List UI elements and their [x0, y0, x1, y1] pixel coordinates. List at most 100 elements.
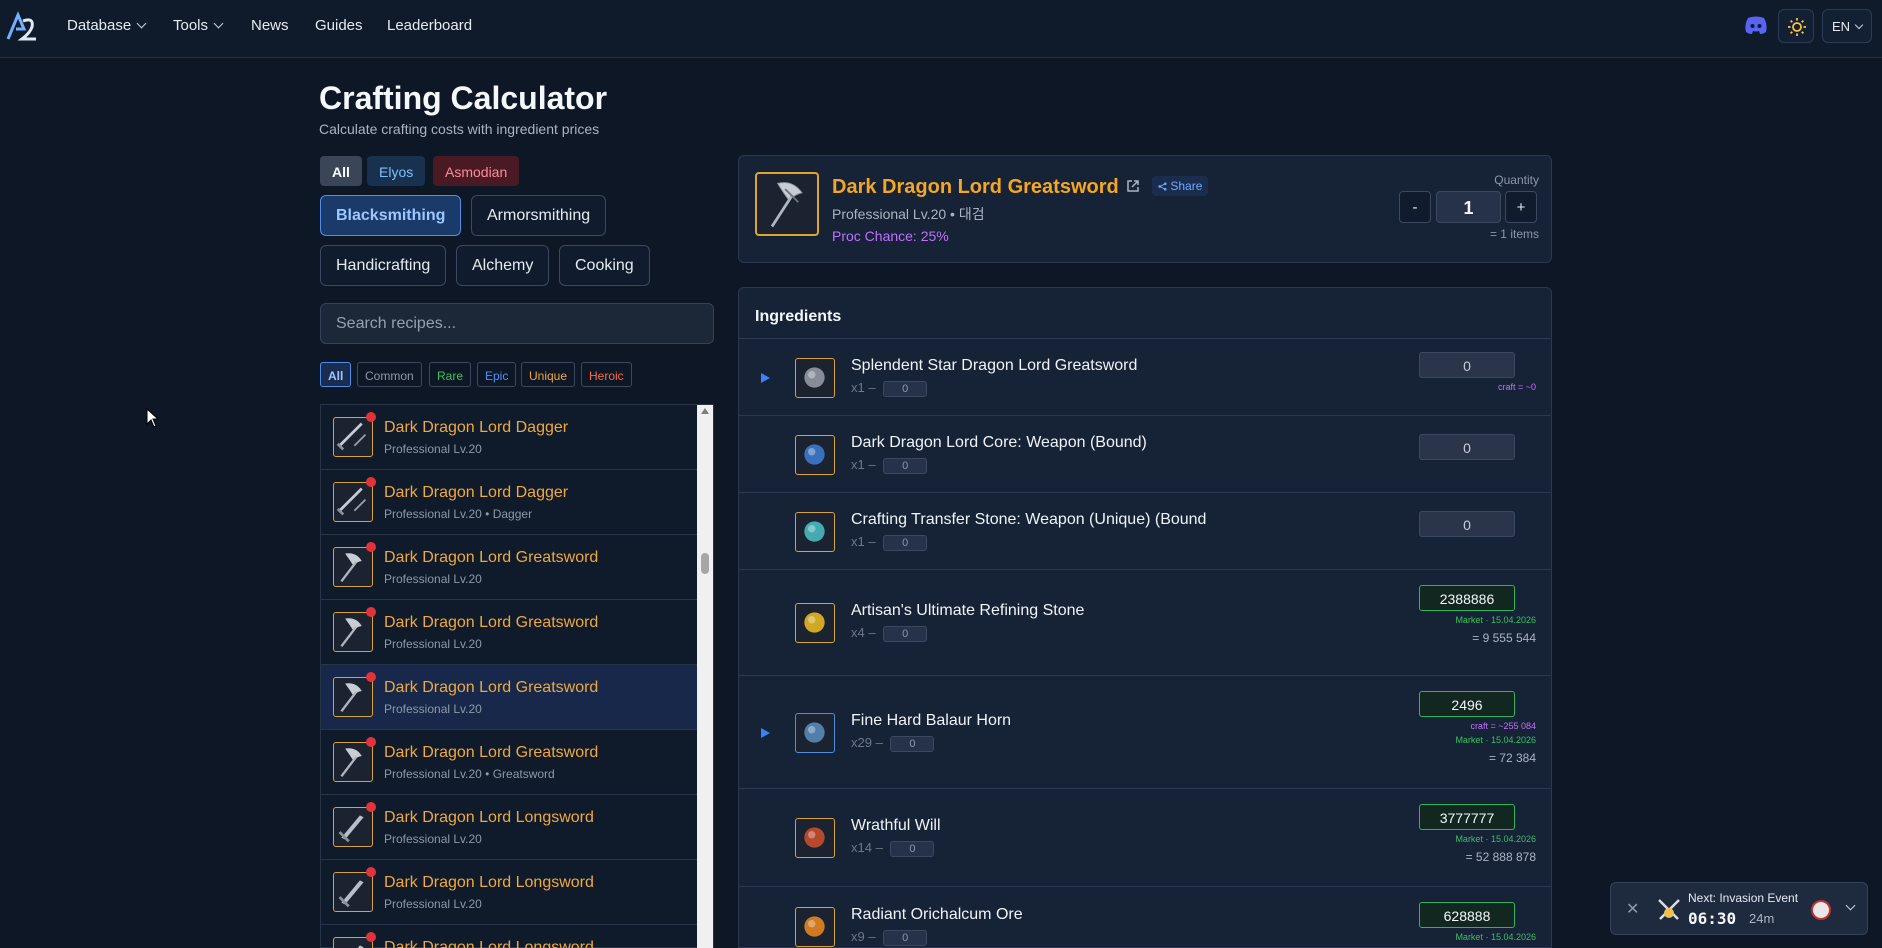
profession-handicrafting[interactable]: Handicrafting [320, 245, 447, 286]
nav-tools[interactable]: Tools [173, 17, 224, 34]
recipe-list-item[interactable]: Dark Dragon Lord Dagger Professional Lv.2… [321, 405, 697, 470]
mouse-cursor-icon [146, 408, 160, 428]
status-dot [366, 867, 376, 877]
rarity-epic[interactable]: Epic [477, 362, 517, 387]
recipe-list-item[interactable]: Dark Dragon Lord Dagger Professional Lv.2… [321, 470, 697, 535]
owned-count-input[interactable]: 0 [883, 380, 928, 397]
axe-icon [333, 742, 373, 782]
ingredient-name[interactable]: Wrathful Will [851, 817, 941, 835]
rarity-unique[interactable]: Unique [521, 362, 576, 387]
recipe-list-item[interactable]: Dark Dragon Lord Greatsword Professional … [321, 535, 697, 600]
nav-guides[interactable]: Guides [315, 17, 363, 34]
scroll-up-arrow-icon[interactable] [701, 408, 709, 414]
scroll-thumb[interactable] [701, 553, 709, 574]
recipe-list-scrollbar[interactable] [697, 405, 713, 948]
ingredient-icon [795, 512, 835, 552]
ingredient-name[interactable]: Fine Hard Balaur Horn [851, 712, 1011, 730]
status-dot [366, 412, 376, 422]
ingredients-title: Ingredients [755, 308, 842, 325]
discord-icon[interactable] [1744, 15, 1768, 35]
owned-count-input[interactable]: 0 [890, 735, 935, 752]
ingredient-name[interactable]: Dark Dragon Lord Core: Weapon (Bound) [851, 434, 1147, 452]
rarity-all[interactable]: All [320, 362, 352, 387]
chevron-down-icon [136, 18, 147, 29]
profession-alchemy[interactable]: Alchemy [456, 245, 550, 286]
rarity-common[interactable]: Common [357, 362, 422, 387]
ingredient-icon [795, 818, 835, 858]
quantity-input[interactable]: 1 [1436, 191, 1501, 223]
unit-price-input[interactable]: 2388886 [1419, 585, 1515, 611]
expand-arrow-icon[interactable] [761, 728, 770, 738]
ingredients-card: Ingredients Splendent Star Dragon Lord G… [738, 287, 1552, 948]
unit-price-input[interactable]: 0 [1419, 511, 1515, 537]
share-icon [1158, 182, 1167, 191]
nav-leaderboard[interactable]: Leaderboard [387, 17, 472, 34]
recipe-list-item[interactable]: Dark Dragon Lord Longsword Professional L… [321, 860, 697, 925]
quantity-label: Quantity [1494, 173, 1539, 187]
ingredient-multiplier: x9 – 0 [851, 929, 928, 946]
faction-asmodian[interactable]: Asmodian [433, 156, 520, 186]
ingredient-row: Splendent Star Dragon Lord Greatsword x1 … [739, 338, 1551, 415]
sun-icon [1788, 18, 1806, 36]
nav-news[interactable]: News [251, 17, 289, 34]
ingredient-icon [795, 603, 835, 643]
status-dot [366, 802, 376, 812]
ingredient-name[interactable]: Radiant Orichalcum Ore [851, 906, 1023, 924]
item-subtitle: Professional Lv.20 • 대검 [832, 206, 985, 222]
ingredient-name[interactable]: Artisan's Ultimate Refining Stone [851, 602, 1084, 620]
axe-icon [770, 182, 803, 228]
quantity-decrement-button[interactable]: - [1399, 191, 1431, 223]
sword-icon [333, 872, 373, 912]
owned-count-input[interactable]: 0 [883, 457, 928, 474]
recipe-list-item[interactable]: Dark Dragon Lord Longsword Professional L… [321, 795, 697, 860]
owned-count-input[interactable]: 0 [883, 534, 928, 551]
profession-cooking[interactable]: Cooking [559, 245, 650, 286]
recipe-name: Dark Dragon Lord Greatsword [384, 744, 599, 761]
recipe-list-item[interactable]: Dark Dragon Lord Greatsword Professional … [321, 665, 697, 730]
dagger-icon [333, 482, 373, 522]
recipe-name: Dark Dragon Lord Dagger [384, 484, 569, 501]
owned-count-input[interactable]: 0 [883, 625, 928, 642]
chevron-down-icon[interactable] [1845, 900, 1856, 911]
dagger-icon [333, 417, 373, 457]
recipe-name: Dark Dragon Lord Longsword [384, 939, 594, 948]
nav-database[interactable]: Database [67, 17, 147, 34]
ingredient-name[interactable]: Splendent Star Dragon Lord Greatsword [851, 357, 1137, 375]
close-icon[interactable]: ✕ [1626, 899, 1639, 919]
theme-toggle-button[interactable] [1778, 9, 1814, 43]
sword-icon [333, 807, 373, 847]
faction-elyos[interactable]: Elyos [367, 156, 426, 186]
language-select[interactable]: EN [1822, 9, 1872, 43]
recipe-list-item[interactable]: Dark Dragon Lord Longsword [321, 925, 697, 948]
rarity-heroic[interactable]: Heroic [581, 362, 632, 387]
status-dot [366, 477, 376, 487]
unit-price-input[interactable]: 0 [1419, 352, 1515, 378]
unit-price-input[interactable]: 3777777 [1419, 804, 1515, 830]
recipe-name: Dark Dragon Lord Dagger [384, 419, 569, 436]
external-link-icon[interactable] [1126, 179, 1140, 193]
unit-price-input[interactable]: 628888 [1419, 902, 1515, 928]
logo-icon[interactable] [4, 9, 40, 45]
recipe-list-item[interactable]: Dark Dragon Lord Greatsword Professional … [321, 730, 697, 795]
profession-armorsmithing[interactable]: Armorsmithing [471, 195, 607, 236]
quantity-increment-button[interactable]: + [1505, 191, 1537, 223]
craft-cost-note: craft = ~255 084 [1470, 721, 1536, 731]
recipe-list-item[interactable]: Dark Dragon Lord Greatsword Professional … [321, 600, 697, 665]
market-date-note: Market · 15.04.2026 [1455, 834, 1536, 844]
status-dot [366, 737, 376, 747]
owned-count-input[interactable]: 0 [890, 840, 935, 857]
market-date-note: Market · 15.04.2026 [1455, 932, 1536, 942]
rarity-rare[interactable]: Rare [429, 362, 472, 387]
expand-arrow-icon[interactable] [761, 373, 770, 383]
ingredient-multiplier: x1 – 0 [851, 457, 928, 474]
profession-blacksmithing[interactable]: Blacksmithing [320, 195, 462, 236]
proc-chance: Proc Chance: 25% [832, 228, 949, 244]
faction-all[interactable]: All [320, 156, 362, 186]
unit-price-input[interactable]: 0 [1419, 434, 1515, 460]
share-button[interactable]: Share [1152, 176, 1209, 196]
recipe-subtitle: Professional Lv.20 • Dagger [384, 507, 533, 521]
owned-count-input[interactable]: 0 [883, 929, 928, 946]
unit-price-input[interactable]: 2496 [1419, 691, 1515, 717]
ingredient-name[interactable]: Crafting Transfer Stone: Weapon (Unique)… [851, 511, 1206, 529]
recipe-search-input[interactable]: Search recipes... [320, 303, 714, 344]
